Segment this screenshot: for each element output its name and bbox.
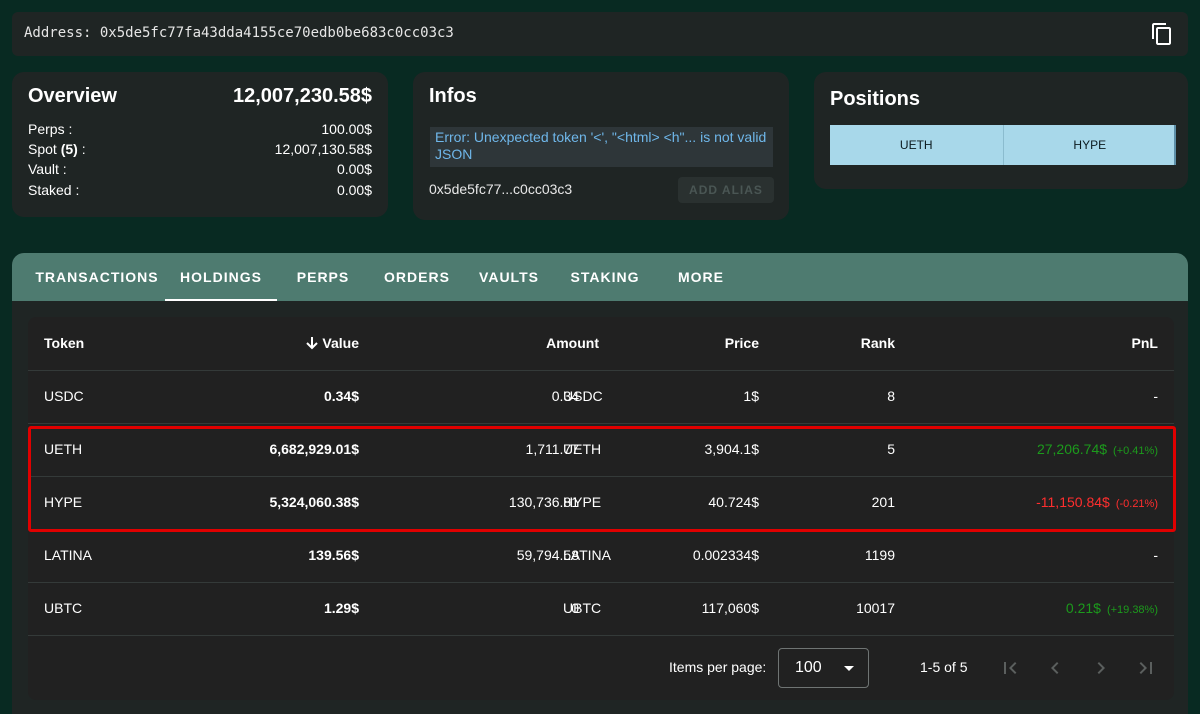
- items-per-page-value: 100: [795, 659, 822, 676]
- header-value[interactable]: Value: [305, 317, 359, 370]
- items-per-page-select[interactable]: 100: [778, 648, 869, 688]
- price-cell: 117,060$: [701, 600, 759, 616]
- pnl-percent: (+19.38%): [1106, 604, 1158, 616]
- add-alias-button[interactable]: ADD ALIAS: [678, 177, 774, 203]
- address-text: Address: 0x5de5fc77fa43dda4155ce70edb0be…: [24, 25, 454, 41]
- value-cell: 1.29$: [323, 600, 359, 616]
- amount-symbol: HYPE: [563, 494, 602, 510]
- table-row[interactable]: HYPE 5,324,060.38$ 130,736.81 HYPE 40.72…: [28, 476, 1174, 530]
- positions-card: Positions UETH HYPE: [814, 72, 1188, 189]
- header-rank[interactable]: Rank: [861, 317, 895, 370]
- overview-row-staked: Staked : 0.00$: [28, 182, 372, 202]
- infos-address: 0x5de5fc77...c0cc03c3: [429, 181, 573, 197]
- header-token[interactable]: Token: [44, 317, 84, 370]
- overview-value: 0.00$: [336, 182, 372, 198]
- positions-title: Positions: [830, 88, 921, 110]
- header-amount[interactable]: Amount: [546, 317, 599, 370]
- tab-more[interactable]: MORE: [672, 253, 730, 301]
- token-cell: LATINA: [44, 547, 92, 563]
- error-message: Error: Unexpected token '<', "<html> <h"…: [430, 127, 773, 167]
- position-tab-ueth[interactable]: UETH: [830, 125, 1003, 165]
- overview-row-perps: Perps : 100.00$: [28, 121, 372, 141]
- tab-holdings[interactable]: HOLDINGS: [165, 253, 277, 301]
- rank-cell: 10017: [856, 600, 895, 616]
- items-per-page-label: Items per page:: [669, 659, 767, 675]
- table-row[interactable]: LATINA 139.56$ 59,794.58 LATINA 0.002334…: [28, 529, 1174, 583]
- overview-total: 12,007,230.58$: [232, 85, 372, 107]
- arrow-down-icon: [306, 337, 319, 350]
- token-cell: UETH: [44, 441, 83, 457]
- rank-cell: 5: [887, 441, 895, 457]
- overview-label: Vault :: [28, 161, 67, 177]
- previous-page-icon[interactable]: [1043, 656, 1067, 680]
- overview-card: Overview 12,007,230.58$ Perps : 100.00$ …: [12, 72, 388, 217]
- price-cell: 1$: [743, 388, 759, 404]
- price-cell: 3,904.1$: [704, 441, 760, 457]
- pnl-cell: 27,206.74$ (+0.41%): [1036, 441, 1158, 457]
- value-cell: 5,324,060.38$: [269, 494, 359, 510]
- token-cell: USDC: [44, 388, 84, 404]
- table-row[interactable]: UETH 6,682,929.01$ 1,711.77 UETH 3,904.1…: [28, 423, 1174, 477]
- position-tab-hype[interactable]: HYPE: [1002, 125, 1177, 165]
- tab-bar: TRANSACTIONS HOLDINGS PERPS ORDERS VAULT…: [12, 253, 1188, 301]
- rank-cell: 8: [887, 388, 895, 404]
- main-panel: TRANSACTIONS HOLDINGS PERPS ORDERS VAULT…: [12, 253, 1188, 714]
- pnl-percent: (-0.21%): [1115, 498, 1158, 510]
- amount-symbol: UETH: [563, 441, 602, 457]
- overview-row-spot: Spot (5) : 12,007,130.58$: [28, 141, 372, 161]
- overview-label: Spot (5) :: [28, 141, 86, 157]
- price-cell: 40.724$: [708, 494, 759, 510]
- address-bar: Address: 0x5de5fc77fa43dda4155ce70edb0be…: [12, 12, 1188, 56]
- pnl-cell: -11,150.84$ (-0.21%): [1036, 494, 1158, 510]
- first-page-icon[interactable]: [998, 656, 1022, 680]
- holdings-table: Token Value Amount Price Rank PnL USDC 0…: [28, 317, 1174, 700]
- amount-symbol: UBTC: [563, 600, 602, 616]
- rank-cell: 1199: [864, 547, 895, 563]
- overview-label: Staked :: [28, 182, 80, 198]
- rank-cell: 201: [871, 494, 895, 510]
- overview-value: 12,007,130.58$: [274, 141, 372, 157]
- tab-orders[interactable]: ORDERS: [376, 253, 458, 301]
- table-pagination: Items per page: 100 1-5 of 5: [28, 637, 1174, 700]
- infos-title: Infos: [429, 85, 477, 107]
- tab-transactions[interactable]: TRANSACTIONS: [28, 253, 166, 301]
- tab-perps[interactable]: PERPS: [284, 253, 362, 301]
- amount-symbol: USDC: [563, 388, 603, 404]
- token-cell: HYPE: [44, 494, 83, 510]
- table-row[interactable]: USDC 0.34$ 0.34 USDC 1$ 8 -: [28, 370, 1174, 424]
- next-page-icon[interactable]: [1089, 656, 1113, 680]
- pnl-cell: 0.21$ (+19.38%): [1065, 600, 1158, 616]
- pnl-cell: -: [1153, 388, 1158, 404]
- table-row[interactable]: UBTC 1.29$ 0 UBTC 117,060$ 10017 0.21$ (+…: [28, 582, 1174, 636]
- overview-title: Overview: [28, 85, 117, 107]
- pagination-range: 1-5 of 5: [920, 659, 968, 675]
- price-cell: 0.002334$: [692, 547, 759, 563]
- pnl-cell: -: [1153, 547, 1158, 563]
- token-cell: UBTC: [44, 600, 83, 616]
- spot-count: (5): [60, 141, 78, 157]
- pnl-percent: (+0.41%): [1113, 445, 1158, 457]
- overview-row-vault: Vault : 0.00$: [28, 161, 372, 181]
- value-cell: 0.34$: [323, 388, 359, 404]
- overview-value: 0.00$: [336, 161, 372, 177]
- overview-label: Perps :: [28, 121, 73, 137]
- infos-card: Infos Error: Unexpected token '<', "<htm…: [413, 72, 789, 220]
- value-cell: 139.56$: [308, 547, 359, 563]
- header-pnl[interactable]: PnL: [1132, 317, 1158, 370]
- table-header: Token Value Amount Price Rank PnL: [28, 317, 1174, 371]
- tab-staking[interactable]: STAKING: [562, 253, 648, 301]
- last-page-icon[interactable]: [1134, 656, 1158, 680]
- positions-tabs: UETH HYPE: [830, 125, 1176, 165]
- caret-down-icon: [844, 666, 854, 671]
- value-cell: 6,682,929.01$: [269, 441, 359, 457]
- overview-value: 100.00$: [321, 121, 372, 137]
- tab-vaults[interactable]: VAULTS: [472, 253, 546, 301]
- amount-symbol: LATINA: [563, 547, 611, 563]
- header-price[interactable]: Price: [725, 317, 759, 370]
- copy-icon[interactable]: [1150, 22, 1174, 46]
